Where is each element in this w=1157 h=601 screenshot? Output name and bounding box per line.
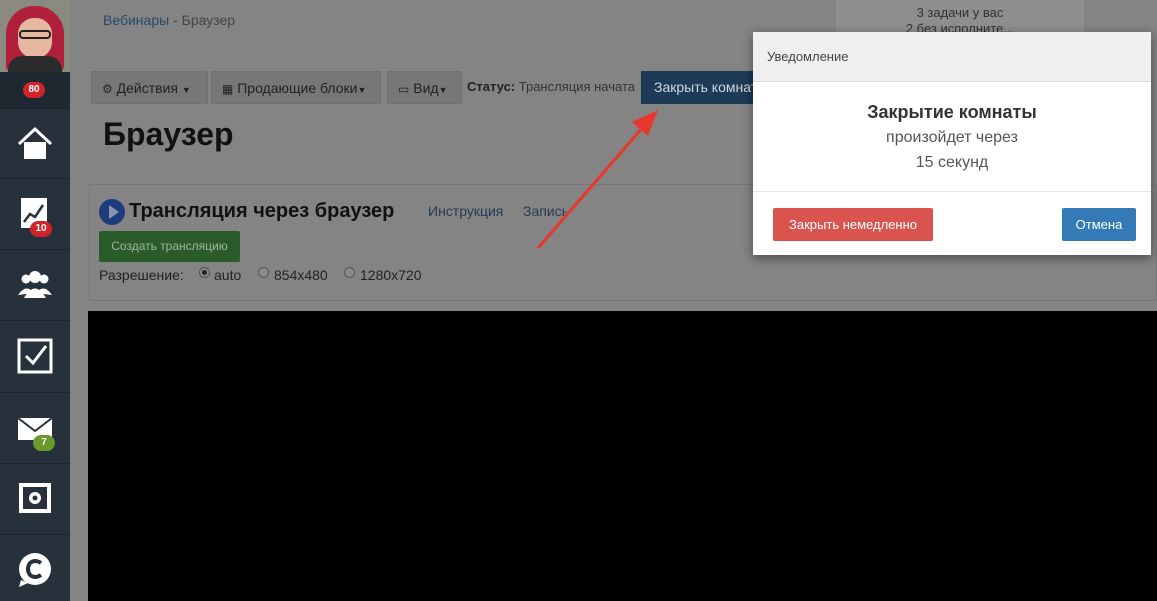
sidebar-item-users[interactable] [0, 249, 70, 319]
breadcrumb-separator: - [169, 12, 182, 28]
page-title: Браузер [103, 116, 234, 152]
caret-down-icon: ▼ [357, 85, 367, 95]
checkbox-icon [17, 338, 53, 374]
resolution-auto-label: auto [214, 267, 242, 283]
monitor-icon: ▭ [398, 82, 410, 96]
resolution-1280-radio[interactable] [344, 267, 355, 278]
sidebar-item-reports[interactable]: 10 [0, 178, 70, 248]
view-label: Вид [413, 80, 439, 96]
tasks-line-1: 3 задачи у вас [916, 5, 1004, 20]
instruction-link[interactable]: Инструкция [428, 203, 503, 219]
play-icon [99, 199, 125, 225]
sidebar-item-tasks[interactable] [0, 320, 70, 390]
users-icon [18, 271, 52, 298]
safe-icon [19, 483, 51, 513]
resolution-label: Разрешение: [99, 267, 184, 283]
cancel-button[interactable]: Отмена [1062, 208, 1136, 241]
status-key: Статус: [467, 79, 516, 94]
breadcrumb-webinars-link[interactable]: Вебинары [103, 12, 169, 28]
resolution-854-radio[interactable] [258, 267, 269, 278]
sidebar: 80 10 7 [0, 0, 70, 601]
actions-label: Действия [116, 80, 178, 96]
close-immediately-button[interactable]: Закрыть немедленно [773, 208, 933, 241]
status-indicator: Статус: Трансляция начата [467, 79, 635, 94]
caret-down-icon: ▼ [438, 85, 448, 95]
create-broadcast-button[interactable]: Создать трансляцию [99, 231, 240, 262]
grid-icon: ▦ [222, 82, 234, 96]
selling-blocks-label: Продающие блоки [237, 80, 358, 96]
record-link[interactable]: Запись [523, 203, 569, 219]
sidebar-item-mail[interactable]: 7 [0, 392, 70, 462]
gears-icon: ⚙ [102, 82, 113, 96]
close-room-button[interactable]: Закрыть комнату [641, 71, 761, 104]
modal-message-line-1: произойдет через [886, 129, 1018, 146]
resolution-1280-label: 1280x720 [360, 267, 422, 283]
reports-badge: 10 [30, 221, 52, 237]
modal-title: Закрытие комнаты [867, 102, 1037, 122]
notifications-badge[interactable]: 80 [23, 82, 45, 98]
home-icon [17, 126, 53, 159]
modal-header-title: Уведомление [767, 49, 849, 64]
tasks-summary[interactable]: 3 задачи у вас 2 без исполните... [836, 0, 1084, 34]
avatar[interactable] [0, 0, 70, 72]
modal-header: Уведомление [753, 32, 1151, 82]
resolution-854-label: 854x480 [274, 267, 328, 283]
status-value: Трансляция начата [518, 79, 635, 94]
selling-blocks-dropdown-button[interactable]: ▦ Продающие блоки▼ [211, 71, 381, 104]
sidebar-item-chat[interactable] [0, 534, 70, 601]
actions-dropdown-button[interactable]: ⚙ Действия ▼ [91, 71, 208, 104]
sidebar-item-home[interactable] [0, 108, 70, 178]
breadcrumb: Вебинары - Браузер [103, 12, 235, 28]
breadcrumb-current: Браузер [181, 12, 236, 28]
modal-countdown: 15 секунд [915, 154, 989, 171]
user-badge-row: 80 [0, 72, 70, 108]
video-preview[interactable] [88, 311, 1157, 601]
mail-badge: 7 [33, 435, 55, 451]
modal-body: Закрытие комнаты произойдет через 15 сек… [753, 82, 1151, 191]
sidebar-item-safe[interactable] [0, 463, 70, 533]
modal-footer: Закрыть немедленно Отмена [753, 191, 1151, 255]
view-dropdown-button[interactable]: ▭ Вид▼ [387, 71, 462, 104]
caret-down-icon: ▼ [181, 85, 191, 95]
broadcast-title: Трансляция через браузер [129, 200, 395, 222]
notification-modal: Уведомление Закрытие комнаты произойдет … [753, 32, 1151, 255]
chat-logo-icon [19, 553, 51, 587]
resolution-auto-radio[interactable] [199, 267, 210, 278]
